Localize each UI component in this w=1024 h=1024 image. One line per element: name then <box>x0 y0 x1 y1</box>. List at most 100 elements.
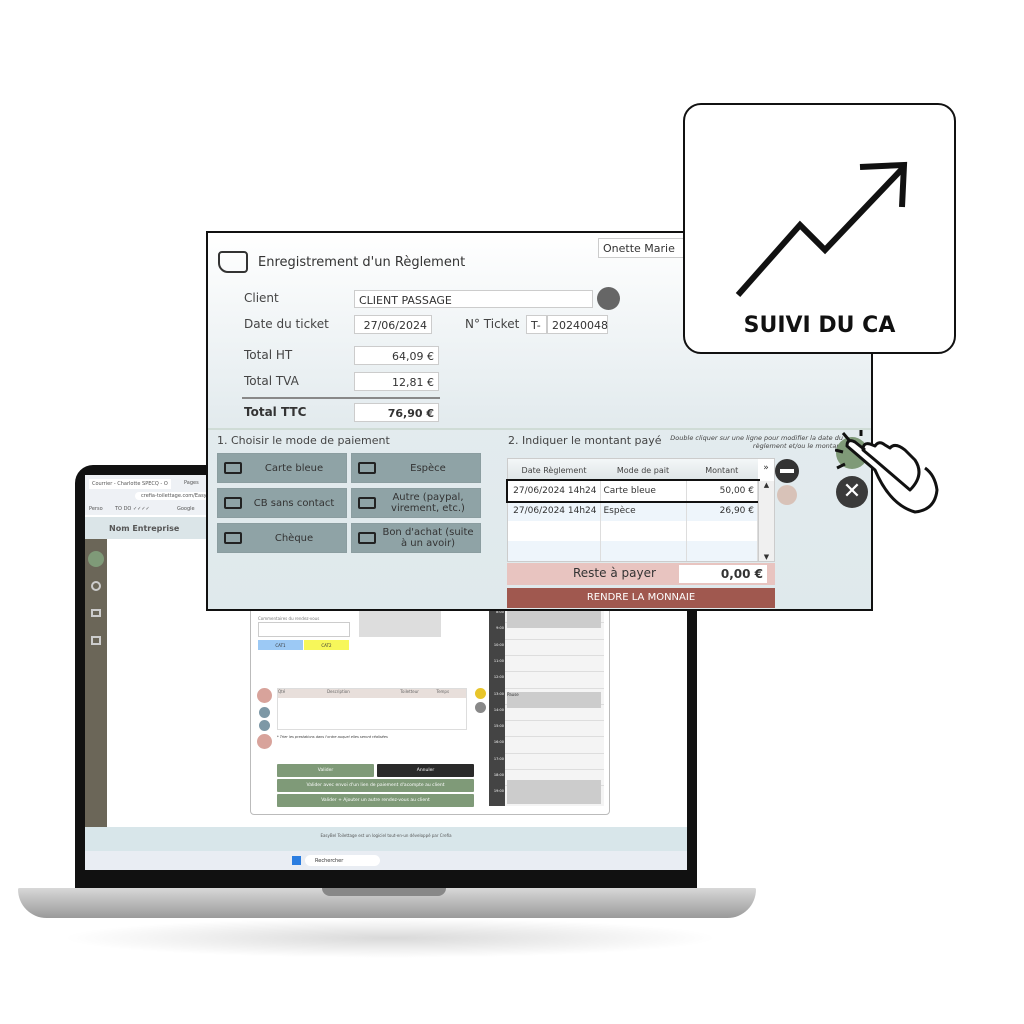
comment-input[interactable] <box>258 622 350 637</box>
dog-icon[interactable] <box>91 609 101 617</box>
cell-amount: 26,90 € <box>686 501 758 521</box>
busy-slot[interactable] <box>507 780 601 804</box>
day-calendar[interactable]: 8:00 9:00 10:00 11:00 12:00 13:00 14:00 15:00 16… <box>489 606 604 806</box>
browser-tab[interactable]: Pages <box>184 480 199 486</box>
hour-line <box>505 720 604 722</box>
payment-row[interactable]: 27/06/2024 14h24 Espèce 26,90 € <box>508 501 758 521</box>
edit-button[interactable] <box>475 688 486 699</box>
validate-add-button[interactable]: Valider + Ajouter un autre rendez-vous a… <box>277 794 474 807</box>
hour-line <box>505 687 604 689</box>
change-button[interactable]: RENDRE LA MONNAIE <box>507 588 775 608</box>
move-bottom-button[interactable] <box>257 734 272 749</box>
payments-table: Date Règlement Mode de pait Montant 27/0… <box>506 458 775 562</box>
cell-date: 27/06/2024 14h24 <box>508 501 601 521</box>
company-name: Nom Entreprise <box>109 524 180 533</box>
col-qty[interactable]: Qté <box>278 689 294 698</box>
step1-label: 1. Choisir le mode de paiement <box>217 434 390 447</box>
cancel-button[interactable]: Annuler <box>377 764 474 777</box>
remaining-value: 0,00 € <box>679 565 767 583</box>
bookmark[interactable]: Google <box>177 506 195 512</box>
move-top-button[interactable] <box>257 688 272 703</box>
chart-icon[interactable] <box>91 636 101 645</box>
home-icon[interactable] <box>88 551 104 567</box>
split-payment-button[interactable] <box>777 485 797 505</box>
contactless-card-icon <box>224 497 242 509</box>
scroll-up-icon[interactable]: ▲ <box>759 481 774 489</box>
taskbar: Rechercher <box>85 851 687 870</box>
col-date[interactable]: Date Règlement <box>508 459 600 481</box>
tva-label: Total TVA <box>244 374 299 388</box>
cell-date <box>508 521 601 541</box>
client-label: Client <box>244 291 279 305</box>
payment-mode-button[interactable]: Bon d'achat (suite à un avoir) <box>351 523 481 553</box>
col-groomer[interactable]: Toiletteur <box>383 689 436 698</box>
col-time[interactable]: Temps <box>436 689 466 698</box>
ticket-field[interactable]: 20240048 <box>547 315 608 334</box>
col-description[interactable]: Description <box>294 689 383 698</box>
ht-label: Total HT <box>244 348 293 362</box>
hour-line <box>505 736 604 738</box>
services-table: Qté Description Toiletteur Temps <box>277 688 467 730</box>
app-footer: EasyBel Toilettage est un logiciel tout-… <box>85 827 687 851</box>
hour-line <box>505 654 604 656</box>
cell-amount <box>686 541 758 561</box>
scrollbar[interactable]: ▲ ▼ <box>758 481 774 561</box>
step2-label: 2. Indiquer le montant payé <box>508 434 662 447</box>
image-placeholder <box>359 609 441 637</box>
payment-mode-button[interactable]: Chèque <box>217 523 347 553</box>
ticket-prefix: T- <box>526 315 547 334</box>
expand-icon[interactable]: » <box>758 459 774 481</box>
scroll-down-icon[interactable]: ▼ <box>759 553 774 561</box>
payment-mode-button[interactable]: Espèce <box>351 453 481 483</box>
hour-label: 16:00 <box>493 740 504 745</box>
remove-payment-button[interactable] <box>775 459 799 483</box>
bookmark[interactable]: TO DO ✓✓✓✓ <box>115 506 150 512</box>
cell-mode: Carte bleue <box>600 481 687 501</box>
cash-icon <box>358 462 376 474</box>
client-field[interactable]: CLIENT PASSAGE <box>354 290 593 308</box>
user-select[interactable]: Onette Marie <box>598 238 688 258</box>
hour-label: 15:00 <box>493 724 504 729</box>
browser-tab[interactable]: Courrier - Charlotte SPECQ - O <box>89 479 171 489</box>
hour-label: 12:00 <box>493 675 504 680</box>
validate-button[interactable]: Valider <box>277 764 374 777</box>
bookmark[interactable]: Perso <box>89 506 103 512</box>
col-amount[interactable]: Montant <box>686 459 758 481</box>
validate-with-link-button[interactable]: Valider avec envoi d'un lien de paiement… <box>277 779 474 792</box>
hour-label: 9:00 <box>496 626 504 631</box>
gear-icon[interactable] <box>91 581 101 591</box>
hour-label: 13:00 <box>493 691 504 696</box>
remove-button[interactable] <box>475 702 486 713</box>
move-up-button[interactable] <box>259 707 270 718</box>
payment-row[interactable]: 27/06/2024 14h24 Carte bleue 50,00 € <box>506 479 760 503</box>
payment-mode-button[interactable]: Autre (paypal, virement, etc.) <box>351 488 481 518</box>
payment-row[interactable] <box>508 541 758 561</box>
move-down-button[interactable] <box>259 720 270 731</box>
hour-label: 14:00 <box>493 707 504 712</box>
user-icon[interactable] <box>597 287 620 310</box>
hour-line <box>505 769 604 770</box>
payment-row[interactable] <box>508 521 758 541</box>
col-mode[interactable]: Mode de pait <box>600 459 686 481</box>
credit-card-icon <box>224 462 242 474</box>
payment-mode-button[interactable]: CB sans contact <box>217 488 347 518</box>
cheque-icon <box>224 532 242 544</box>
cat1-button[interactable]: CAT1 <box>258 640 303 650</box>
section-divider <box>208 428 871 430</box>
hour-label: 11:00 <box>493 658 504 663</box>
hour-line <box>505 752 604 754</box>
cat2-button[interactable]: CAT2 <box>304 640 349 650</box>
ttc-field: 76,90 € <box>354 403 439 422</box>
taskbar-search[interactable]: Rechercher <box>305 855 380 866</box>
windows-start-icon[interactable] <box>292 856 301 865</box>
remaining-row: Reste à payer 0,00 € <box>507 563 775 585</box>
card-title: SUIVI DU CA <box>743 313 896 338</box>
payment-mode-button[interactable]: Carte bleue <box>217 453 347 483</box>
pause-slot[interactable]: Pause <box>507 692 601 708</box>
cell-date <box>508 541 601 561</box>
date-field[interactable]: 27/06/2024 <box>354 315 432 334</box>
appointment-form: Commentaires du rendez-vous CAT1 CAT2 Qt… <box>250 605 610 815</box>
laptop-notch <box>322 888 446 896</box>
hour-line <box>505 671 604 673</box>
pointing-hand-icon <box>835 430 939 514</box>
